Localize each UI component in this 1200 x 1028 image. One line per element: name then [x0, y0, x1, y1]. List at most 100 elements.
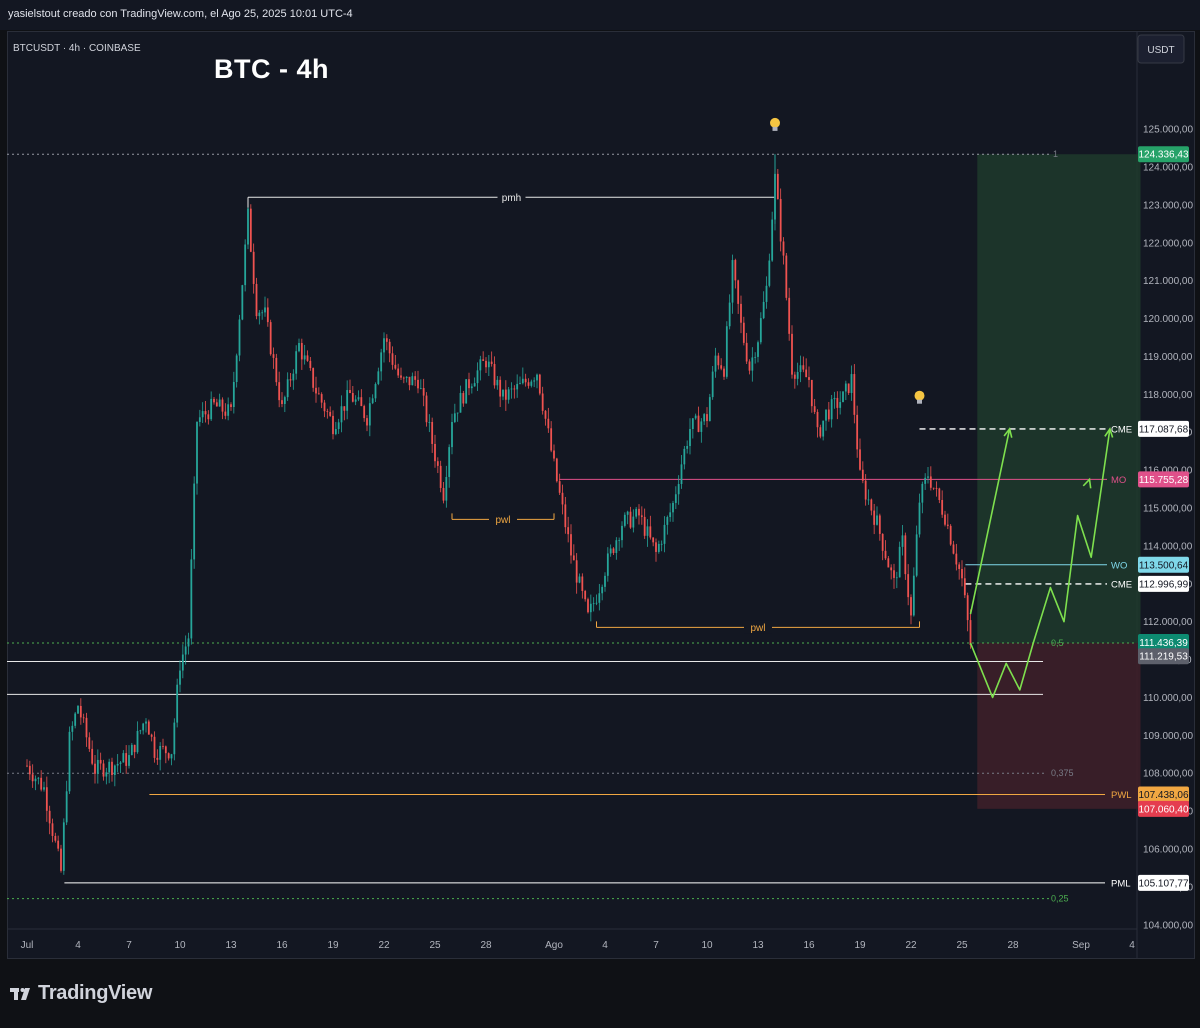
candle-body [371, 398, 374, 404]
x-tick-label: 22 [905, 940, 917, 951]
y-tick-label: 108.000,00 [1143, 769, 1193, 780]
candle-body [606, 553, 609, 576]
candle-body [108, 761, 111, 773]
candle-body [187, 638, 190, 647]
candle-body [85, 717, 88, 738]
candle-body [470, 386, 473, 389]
candle-body [28, 765, 31, 775]
candle-body [164, 746, 167, 754]
candle-body [527, 382, 530, 386]
candle-body [26, 765, 28, 767]
candle-body [575, 560, 578, 583]
candle-body [99, 759, 102, 764]
fib-label-05: 0,5 [1051, 638, 1064, 648]
candle-body [309, 360, 312, 369]
stop-zone [977, 643, 1141, 809]
candle-body [139, 730, 142, 732]
candle-body [643, 516, 646, 536]
candle-body [366, 418, 368, 426]
candle-body [266, 307, 269, 323]
candle-body [660, 543, 663, 545]
candle-body [924, 477, 927, 484]
candle-body [850, 374, 853, 393]
candle-body [204, 411, 207, 415]
candle-body [354, 399, 357, 402]
candle-body [150, 734, 153, 737]
candle-body [691, 418, 694, 430]
candle-body [346, 390, 349, 411]
candle-body [91, 748, 94, 764]
top-bar: yasielstout creado con TradingView.com, … [0, 0, 1200, 30]
candle-body [385, 338, 388, 342]
tradingview-brand: TradingView [38, 982, 153, 1004]
y-tick-label: 112.000,00 [1143, 617, 1193, 628]
candle-body [655, 542, 657, 552]
x-tick-label: 16 [803, 940, 815, 951]
creator-line: yasielstout creado con TradingView.com, … [8, 8, 353, 20]
candle-body [927, 476, 929, 478]
candle-body [550, 428, 553, 451]
candle-body [847, 383, 850, 393]
candle-body [167, 753, 170, 759]
tradingview-logo[interactable]: TradingView [10, 982, 152, 1005]
candle-body [623, 514, 626, 526]
candle-body [125, 753, 128, 766]
candle-body [555, 458, 558, 482]
candle-body [805, 369, 808, 378]
y-tick-label: 104.000,00 [1143, 920, 1193, 931]
candle-body [493, 363, 496, 386]
candle-body [431, 422, 434, 444]
candle-body [295, 351, 298, 374]
candle-body [184, 646, 187, 655]
candle-body [96, 759, 99, 774]
y-tick-label: 109.000,00 [1143, 731, 1193, 742]
candle-body [771, 219, 774, 261]
candle-body [604, 575, 606, 587]
candle-body [510, 388, 513, 390]
price-tag-mo: 115.755,28 [1139, 475, 1189, 486]
price-tag-wo: 113.500,64 [1139, 560, 1189, 571]
candle-body [436, 461, 439, 466]
candle-body [340, 406, 343, 423]
candle-body [711, 371, 714, 398]
candle-body [65, 791, 68, 823]
candle-body [536, 374, 538, 381]
price-chart[interactable]: BTCUSDT · 4h · COINBASE BTC - 4h USDT 104.0… [7, 31, 1195, 959]
candle-body [283, 397, 286, 404]
candle-body [145, 721, 147, 724]
candle-body [111, 761, 113, 775]
candle-body [516, 383, 519, 390]
candle-body [456, 412, 459, 414]
candle-body [116, 763, 119, 766]
candle-body [878, 515, 881, 534]
candle-body [768, 260, 771, 286]
tradingview-logo-icon [10, 987, 30, 1000]
y-tick-label: 115.000,00 [1143, 504, 1193, 515]
candle-body [343, 406, 346, 411]
candle-body [264, 307, 266, 313]
candle-body [674, 494, 677, 503]
candle-body [853, 374, 856, 415]
candle-body [232, 382, 235, 408]
candle-body [946, 524, 949, 526]
candle-body [587, 599, 589, 613]
candle-body [74, 713, 77, 726]
candle-body [479, 359, 482, 371]
candle-body [547, 418, 550, 429]
candle-body [751, 357, 754, 371]
candle-body [759, 318, 762, 343]
candle-body [884, 550, 887, 559]
candle-body [405, 376, 408, 379]
candle-body [221, 399, 224, 412]
candle-body [252, 251, 255, 284]
candle-body [723, 368, 725, 377]
price-tag-last: 111.436,39 [1139, 638, 1188, 649]
candle-body [955, 553, 958, 565]
candle-body [105, 772, 108, 777]
candle-body [54, 835, 57, 841]
candle-body [82, 717, 85, 719]
candle-body [706, 414, 708, 422]
candle-body [77, 705, 79, 714]
candle-body [360, 397, 363, 407]
candle-body [247, 208, 249, 245]
